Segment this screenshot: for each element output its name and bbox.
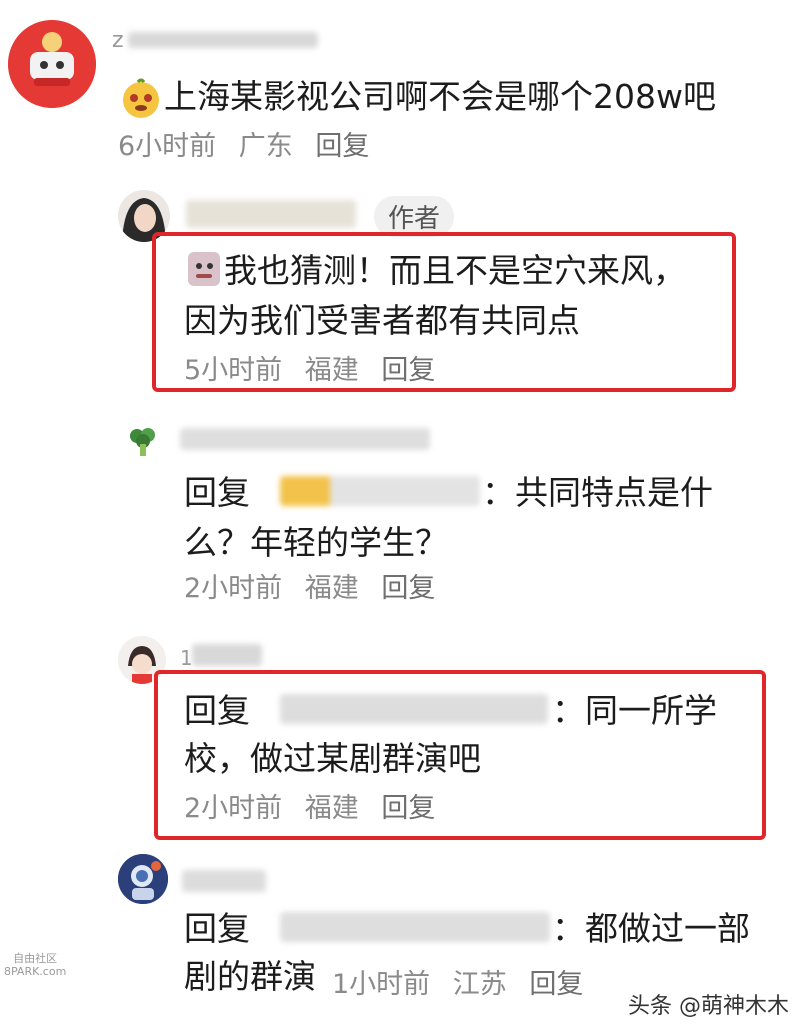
broccoli-avatar-icon <box>130 428 155 456</box>
watermark-left-line1: 自由社区 <box>13 952 58 965</box>
user-avatar[interactable] <box>8 20 96 108</box>
reply-prefix: 回复 <box>184 909 250 948</box>
blurred-reply-target <box>280 912 550 942</box>
comment-text-line2: 么？年轻的学生？ <box>184 523 448 562</box>
watermark-left: 自由社区 8PARK.com <box>4 952 66 978</box>
comment-text-line2: 校，做过某剧群演吧 <box>184 739 481 778</box>
comment-time: 2小时前 <box>184 793 283 824</box>
comment-text-line1: ：都做过一部 <box>552 909 750 948</box>
blurred-username <box>186 200 356 228</box>
comment-location: 福建 <box>304 793 359 824</box>
comment-location: 福建 <box>304 573 359 604</box>
reply-button[interactable]: 回复 <box>381 355 435 386</box>
reply-prefix: 回复 <box>184 691 250 730</box>
blurred-username <box>192 644 262 666</box>
comment-meta: 2小时前 福建 回复 <box>184 566 449 605</box>
watermark-left-line2: 8PARK.com <box>4 965 67 978</box>
reply-button[interactable]: 回复 <box>381 793 435 824</box>
comment-text: 上海某影视公司啊不会是哪个208w吧 <box>164 77 716 116</box>
blurred-reply-target <box>280 476 480 506</box>
user-avatar[interactable] <box>128 426 158 458</box>
santa-avatar-icon <box>8 20 96 108</box>
emoji-icon <box>120 78 162 124</box>
author-badge: 作者 <box>374 196 455 237</box>
comment-meta: 1小时前 江苏 回复 <box>332 962 597 1001</box>
comment-location: 广东 <box>238 131 293 162</box>
blurred-username <box>128 32 318 48</box>
blurred-reply-target <box>280 694 548 724</box>
comment-time: 2小时前 <box>184 573 283 604</box>
comment-meta: 6小时前 广东 回复 <box>118 124 383 163</box>
reply-button[interactable]: 回复 <box>529 969 583 1000</box>
reply-prefix: 回复 <box>184 473 250 512</box>
comment-time: 1小时前 <box>332 969 431 1000</box>
comment-location: 江苏 <box>452 969 507 1000</box>
reply-button[interactable]: 回复 <box>315 131 369 162</box>
comment-text-line2: 因为我们受害者都有共同点 <box>184 301 580 340</box>
sticker-face-icon <box>188 252 220 286</box>
emoji-face-icon <box>123 78 159 118</box>
username[interactable]: z <box>112 28 124 53</box>
comment-time: 5小时前 <box>184 355 283 386</box>
comment-text-line1: ：共同特点是什 <box>482 473 713 512</box>
blurred-username <box>182 870 266 892</box>
comment-location: 福建 <box>304 355 359 386</box>
username[interactable]: 1 <box>180 646 193 670</box>
comment-time: 6小时前 <box>118 131 217 162</box>
blurred-username <box>180 428 430 450</box>
comment-meta: 2小时前 福建 回复 <box>184 786 449 825</box>
emoji-icon <box>186 248 222 292</box>
watermark-right: 头条 @萌神木木 <box>628 994 789 1019</box>
astronaut-avatar-icon <box>118 854 168 904</box>
reply-button[interactable]: 回复 <box>381 573 435 604</box>
comment-text-line1: 我也猜测！而且不是空穴来风， <box>224 251 686 290</box>
comment-text-line1: ：同一所学 <box>552 691 717 730</box>
user-avatar[interactable] <box>118 854 168 904</box>
comment-meta: 5小时前 福建 回复 <box>184 348 449 387</box>
comment-text-line2: 剧的群演 <box>184 957 316 996</box>
